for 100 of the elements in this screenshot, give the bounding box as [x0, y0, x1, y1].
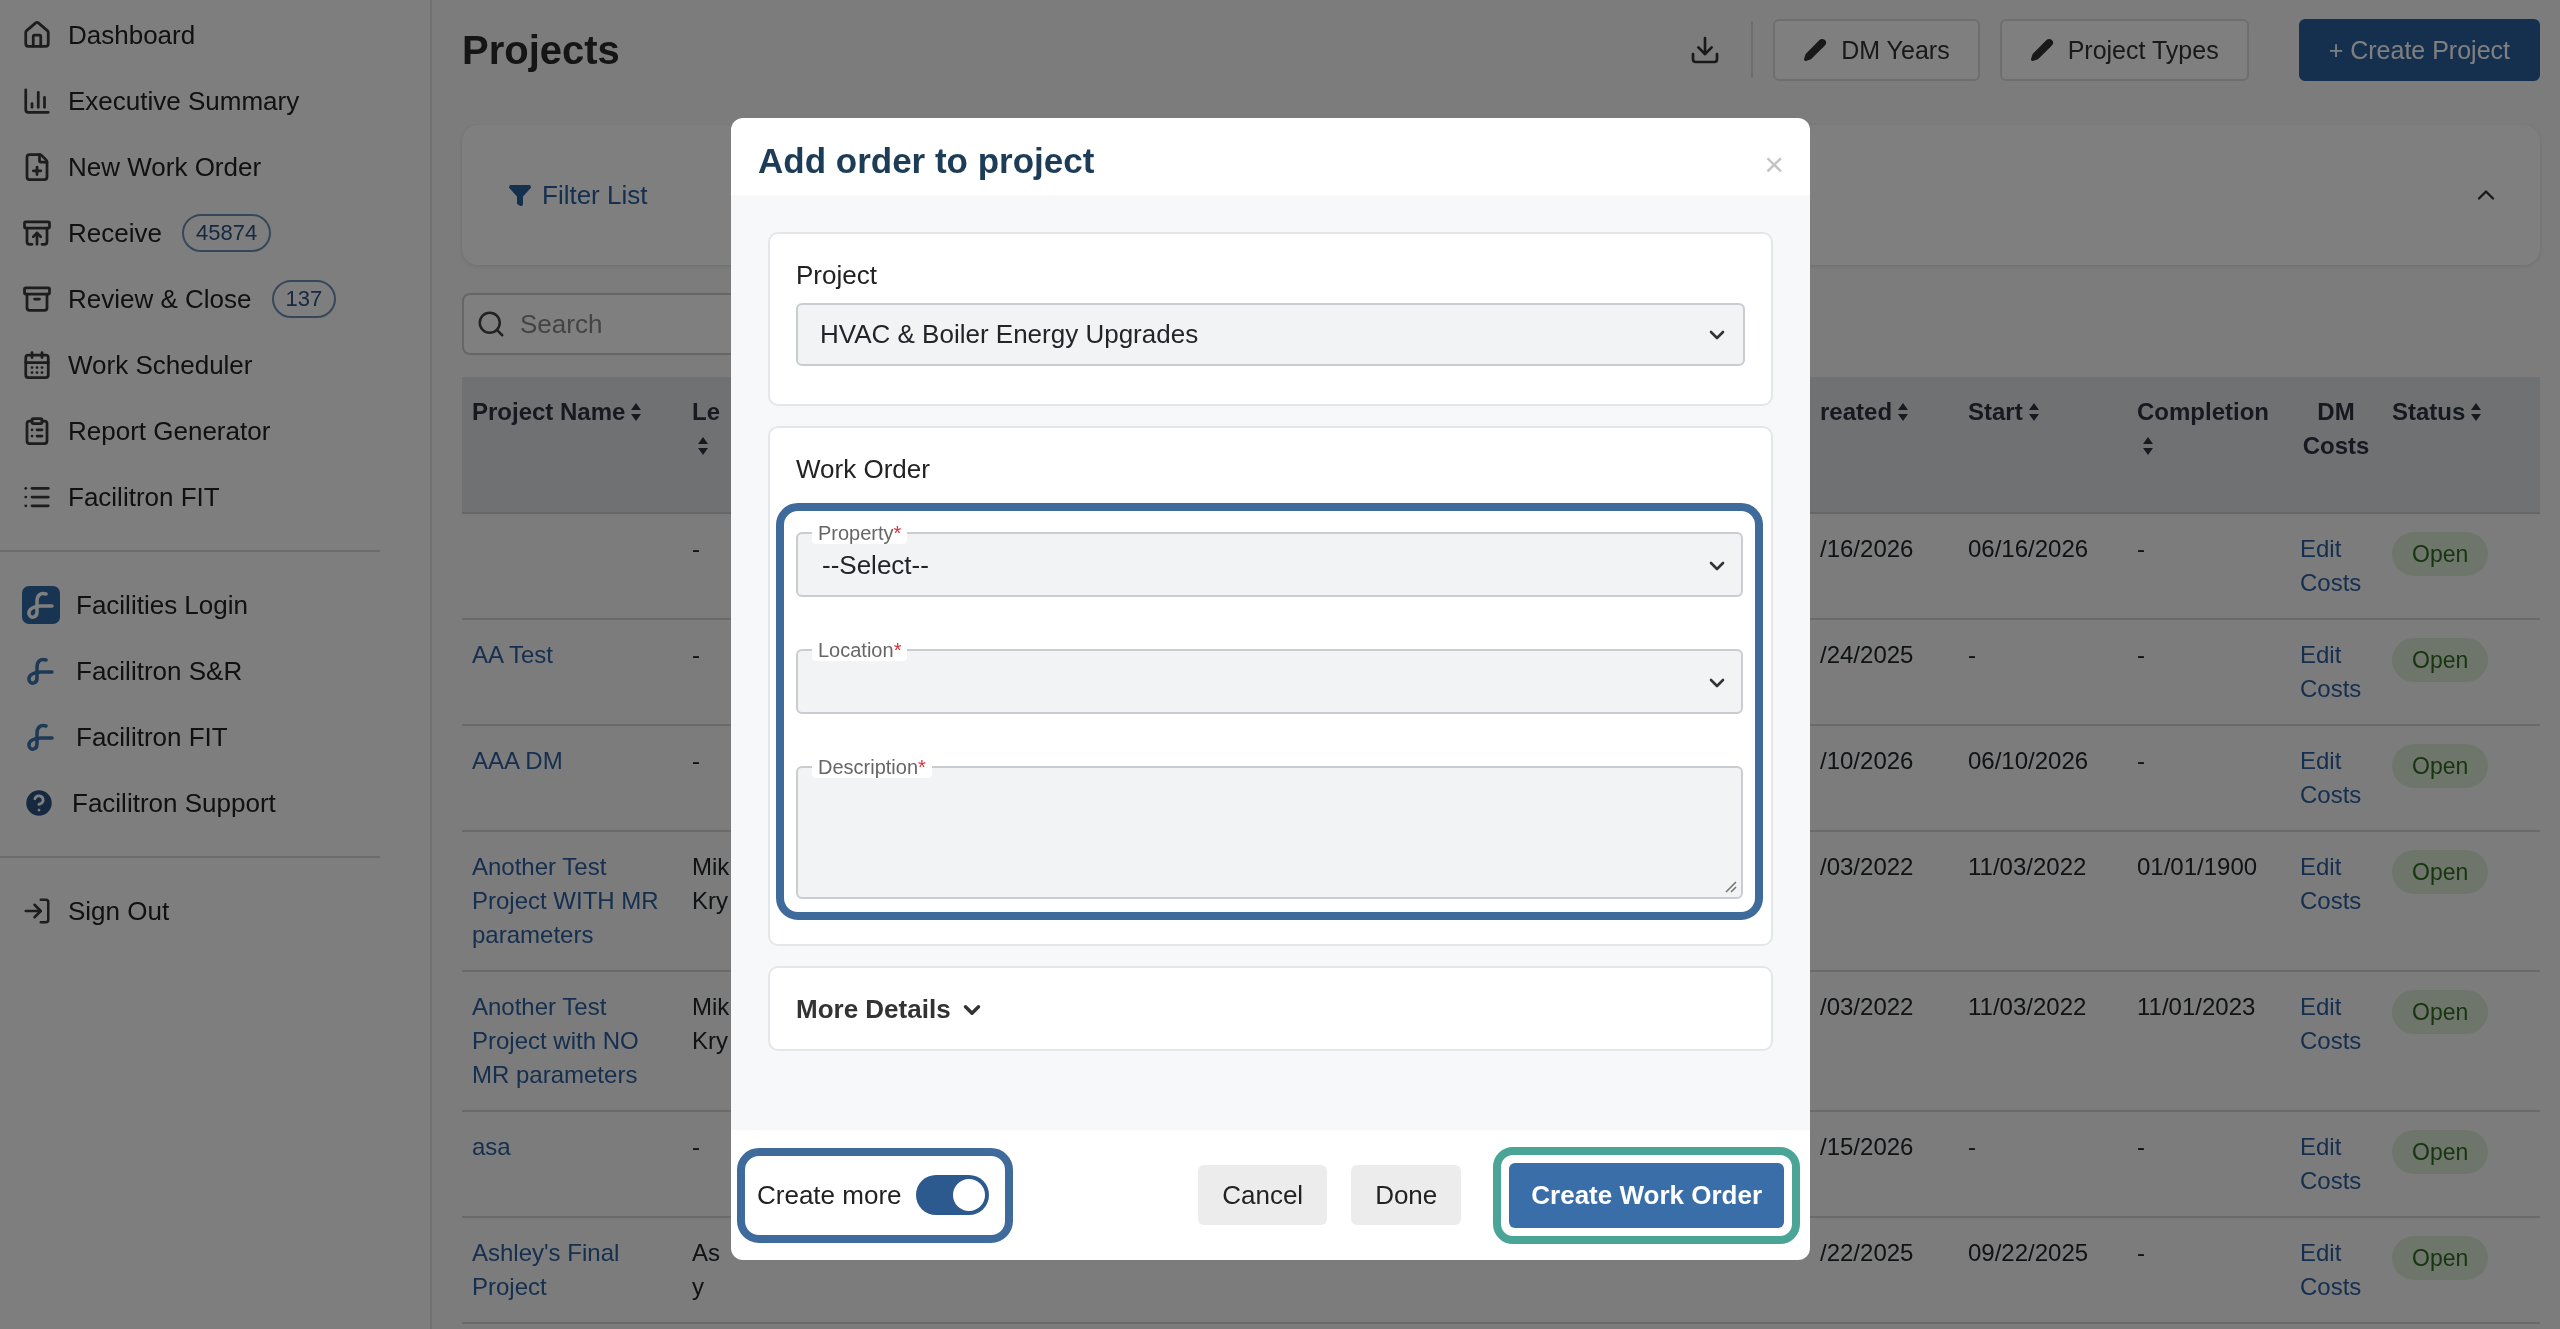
edit-costs-link[interactable]: Edit Costs	[2300, 850, 2372, 918]
project-link[interactable]: Another Test Project with NO MR parameters	[472, 990, 680, 1092]
calendar-icon	[22, 350, 52, 380]
resize-grip-icon[interactable]	[1723, 879, 1737, 893]
sidebar-item[interactable]: Facilities Login	[0, 572, 430, 638]
field-label: Project	[796, 260, 878, 291]
table-cell: -	[2137, 1239, 2145, 1266]
table-cell: /16/2026	[1820, 535, 1914, 562]
edit-costs-link[interactable]: Edit Costs	[2300, 1236, 2372, 1304]
dialog-title: Add order to project	[758, 141, 1095, 181]
table-cell: /22/2025	[1820, 1239, 1914, 1266]
filter-icon	[508, 183, 532, 207]
edit-costs-link[interactable]: Edit Costs	[2300, 744, 2372, 812]
table-cell: -	[2137, 1133, 2145, 1160]
table-cell: -	[692, 641, 700, 668]
table-cell: As y	[692, 1239, 720, 1300]
dropdown-field[interactable]: Location*	[796, 639, 1743, 714]
dropdown-field[interactable]: Property* --Select--	[796, 522, 1743, 597]
pencil-icon	[2029, 38, 2054, 62]
table-cell: /03/2022	[1820, 853, 1914, 880]
sort-icon[interactable]	[2470, 402, 2483, 422]
pencil-icon	[1803, 38, 1828, 62]
edit-costs-link[interactable]: Edit Costs	[2300, 990, 2372, 1058]
sidebar-item[interactable]: New Work Order	[0, 134, 430, 200]
edit-costs-link[interactable]: Edit Costs	[2300, 532, 2372, 600]
more-details-toggle[interactable]: More Details	[796, 994, 985, 1025]
header-button[interactable]: DM Years	[1773, 19, 1980, 81]
table-cell: -	[2137, 747, 2145, 774]
table-cell: /24/2025	[1820, 641, 1914, 668]
table-cell: /03/2022	[1820, 993, 1914, 1020]
table-cell: -	[692, 535, 700, 562]
sidebar-item[interactable]: Sign Out	[0, 878, 430, 944]
table-cell: -	[1968, 641, 1976, 668]
column-header[interactable]: Completion	[2127, 377, 2290, 514]
sort-icon[interactable]	[1897, 402, 1910, 422]
table-cell: -	[1968, 1133, 1976, 1160]
status-badge: Open	[2392, 1236, 2489, 1280]
dialog-button[interactable]: Done	[1351, 1165, 1462, 1225]
sidebar-item[interactable]: Report Generator	[0, 398, 430, 464]
project-link[interactable]: Ashley's Final Project	[472, 1236, 680, 1304]
header-button[interactable]: Project Types	[1999, 19, 2249, 81]
sort-icon[interactable]	[2142, 436, 2154, 456]
sign-out-icon	[22, 896, 52, 926]
bar-chart-icon	[22, 86, 52, 116]
table-cell: Mik Kry	[692, 993, 730, 1054]
edit-costs-link[interactable]: Edit Costs	[2300, 638, 2372, 706]
section-title: Work Order	[795, 454, 931, 485]
sidebar-item[interactable]: Facilitron Support	[0, 770, 430, 836]
sort-icon[interactable]	[697, 436, 709, 456]
sort-icon[interactable]	[630, 402, 643, 422]
count-badge: 45874	[181, 214, 272, 252]
create-more-toggle[interactable]	[915, 1175, 989, 1215]
description-field[interactable]: Description*	[796, 756, 1743, 899]
table-cell: 06/10/2026	[1968, 747, 2089, 774]
project-link[interactable]: AA Test	[472, 638, 553, 672]
table-cell: 06/16/2026	[1968, 535, 2089, 562]
status-badge: Open	[2392, 638, 2489, 682]
status-badge: Open	[2392, 1130, 2489, 1174]
project-link[interactable]: asa	[472, 1130, 511, 1164]
sidebar-item[interactable]: Facilitron S&R	[0, 638, 430, 704]
table-cell: -	[2137, 535, 2145, 562]
header-button[interactable]: + Create Project	[2298, 19, 2540, 81]
sort-icon[interactable]	[2027, 402, 2040, 422]
table-cell: 01/01/1900	[2137, 853, 2258, 880]
dialog-button[interactable]: Cancel	[1198, 1165, 1328, 1225]
status-badge: Open	[2392, 850, 2489, 894]
create-work-order-button[interactable]: Create Work Order	[1509, 1162, 1784, 1228]
status-badge: Open	[2392, 532, 2489, 576]
logo-tile-icon	[22, 586, 60, 624]
sidebar-item[interactable]: Facilitron FIT	[0, 704, 430, 770]
edit-costs-link[interactable]: Edit Costs	[2300, 1130, 2372, 1198]
table-cell: -	[692, 1133, 700, 1160]
sidebar-item[interactable]: Facilitron FIT	[0, 464, 430, 530]
filter-toggle[interactable]: Filter List	[508, 179, 648, 211]
sidebar-item[interactable]: Work Scheduler	[0, 332, 430, 398]
project-select[interactable]: HVAC & Boiler Energy Upgrades	[796, 303, 1745, 366]
sidebar-item[interactable]: Receive 45874	[0, 200, 430, 266]
table-cell: 09/22/2025	[1968, 1239, 2089, 1266]
table-cell: -	[692, 747, 700, 774]
column-header[interactable]: Start	[1958, 377, 2127, 514]
sidebar-item[interactable]: Dashboard	[0, 2, 430, 68]
column-header[interactable]: reated	[1810, 377, 1958, 514]
sidebar-item[interactable]: Review & Close 137	[0, 266, 430, 332]
table-cell: /15/2026	[1820, 1133, 1914, 1160]
project-link[interactable]: AAA DM	[472, 744, 563, 778]
toggle-label: Create more	[757, 1179, 902, 1211]
table-cell: -	[2137, 641, 2145, 668]
search-icon	[476, 309, 506, 339]
column-header[interactable]: Status	[2382, 377, 2540, 514]
column-header[interactable]: Le	[690, 377, 731, 514]
status-badge: Open	[2392, 990, 2489, 1034]
table-cell: 11/01/2023	[2137, 993, 2256, 1020]
column-header[interactable]: Project Name	[462, 377, 690, 514]
status-badge: Open	[2392, 744, 2489, 788]
column-header[interactable]: DM Costs	[2290, 377, 2382, 514]
project-link[interactable]: Another Test Project WITH MR parameters	[472, 850, 680, 952]
table-cell: 11/03/2022	[1968, 993, 2087, 1020]
archive-icon	[22, 284, 52, 314]
sidebar-item[interactable]: Executive Summary	[0, 68, 430, 134]
table-cell: Mik Kry	[692, 853, 730, 914]
